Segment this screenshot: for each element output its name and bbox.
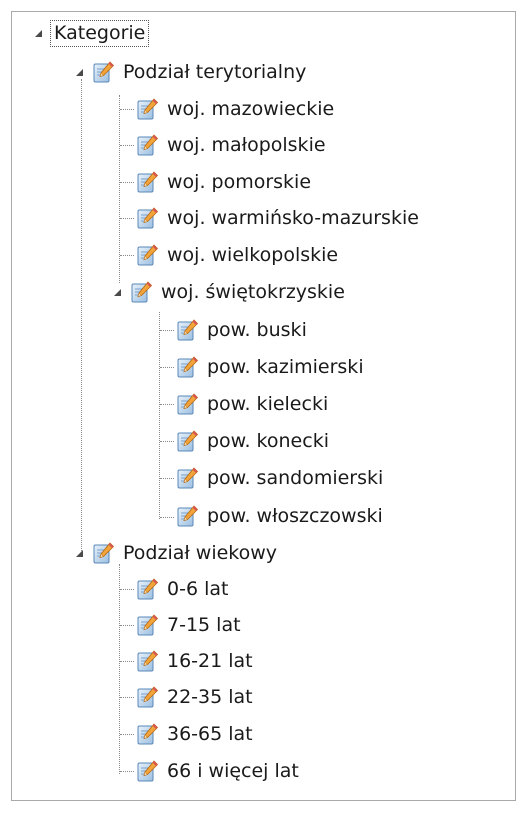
- tree-node-label: Podział wiekowy: [123, 542, 278, 564]
- document-edit-icon: [129, 280, 153, 304]
- category-tree-view[interactable]: Kategorie Podział terytorialny woj. mazo…: [11, 11, 516, 801]
- tree-node-label: Kategorie: [50, 19, 150, 47]
- tree-node-label: woj. małopolskie: [167, 134, 326, 156]
- tree-node-age-22-35[interactable]: 22-35 lat: [135, 683, 253, 711]
- document-edit-icon: [135, 685, 159, 709]
- tree-node-pow-buski[interactable]: pow. buski: [175, 316, 307, 344]
- document-edit-icon: [135, 243, 159, 267]
- tree-node-label: pow. sandomierski: [207, 467, 384, 489]
- tree-node-label: Podział terytorialny: [123, 61, 307, 83]
- document-edit-icon: [135, 577, 159, 601]
- document-edit-icon: [175, 392, 199, 416]
- collapse-triangle-icon[interactable]: [33, 28, 44, 39]
- document-edit-icon: [91, 60, 115, 84]
- document-edit-icon: [175, 466, 199, 490]
- tree-node-woj-mazowieckie[interactable]: woj. mazowieckie: [135, 95, 334, 123]
- document-edit-icon: [135, 613, 159, 637]
- tree-node-label: pow. kielecki: [207, 393, 329, 415]
- tree-node-woj-wielkopolskie[interactable]: woj. wielkopolskie: [135, 241, 338, 269]
- tree-node-woj-pomorskie[interactable]: woj. pomorskie: [135, 168, 311, 196]
- tree-node-age-66-plus[interactable]: 66 i więcej lat: [135, 757, 299, 785]
- document-edit-icon: [175, 504, 199, 528]
- document-edit-icon: [135, 133, 159, 157]
- document-edit-icon: [135, 759, 159, 783]
- document-edit-icon: [135, 170, 159, 194]
- tree-node-label: pow. buski: [207, 319, 307, 341]
- tree-node-label: woj. mazowieckie: [167, 98, 335, 120]
- tree-node-label: 66 i więcej lat: [167, 760, 299, 782]
- tree-node-woj-malopolskie[interactable]: woj. małopolskie: [135, 131, 326, 159]
- document-edit-icon: [135, 97, 159, 121]
- document-edit-icon: [175, 355, 199, 379]
- document-edit-icon: [175, 429, 199, 453]
- collapse-triangle-icon[interactable]: [74, 67, 85, 78]
- tree-node-label: 0-6 lat: [167, 578, 229, 600]
- tree-node-label: woj. pomorskie: [167, 171, 312, 193]
- tree-node-pow-sandomierski[interactable]: pow. sandomierski: [175, 464, 383, 492]
- tree-node-label: 16-21 lat: [167, 650, 253, 672]
- tree-node-age-7-15[interactable]: 7-15 lat: [135, 611, 241, 639]
- document-edit-icon: [175, 318, 199, 342]
- tree-node-label: pow. kazimierski: [207, 356, 364, 378]
- tree-node-label: pow. konecki: [207, 430, 329, 452]
- tree-node-age-0-6[interactable]: 0-6 lat: [135, 575, 228, 603]
- tree-node-age-36-65[interactable]: 36-65 lat: [135, 720, 253, 748]
- document-edit-icon: [135, 206, 159, 230]
- document-edit-icon: [135, 649, 159, 673]
- tree-node-label: woj. świętokrzyskie: [161, 281, 345, 303]
- tree-node-podzial-terytorialny[interactable]: Podział terytorialny: [74, 58, 306, 86]
- tree-node-label: 7-15 lat: [167, 614, 241, 636]
- tree-node-label: woj. warmińsko-mazurskie: [167, 207, 419, 229]
- tree-node-pow-wloszczowski[interactable]: pow. włoszczowski: [175, 502, 383, 530]
- document-edit-icon: [135, 722, 159, 746]
- tree-node-woj-warminsko-mazurskie[interactable]: woj. warmińsko-mazurskie: [135, 204, 419, 232]
- tree-node-pow-konecki[interactable]: pow. konecki: [175, 427, 329, 455]
- tree-node-label: woj. wielkopolskie: [167, 244, 339, 266]
- tree-node-label: 22-35 lat: [167, 686, 253, 708]
- tree-node-root[interactable]: Kategorie: [33, 19, 150, 47]
- collapse-triangle-icon[interactable]: [74, 548, 85, 559]
- tree-node-pow-kazimierski[interactable]: pow. kazimierski: [175, 353, 364, 381]
- tree-node-pow-kielecki[interactable]: pow. kielecki: [175, 390, 328, 418]
- tree-node-podzial-wiekowy[interactable]: Podział wiekowy: [74, 539, 277, 567]
- tree-node-label: pow. włoszczowski: [207, 505, 383, 527]
- tree-node-woj-swietokrzyskie[interactable]: woj. świętokrzyskie: [112, 278, 345, 306]
- tree-node-label: 36-65 lat: [167, 723, 253, 745]
- document-edit-icon: [91, 541, 115, 565]
- tree-node-age-16-21[interactable]: 16-21 lat: [135, 647, 253, 675]
- collapse-triangle-icon[interactable]: [112, 287, 123, 298]
